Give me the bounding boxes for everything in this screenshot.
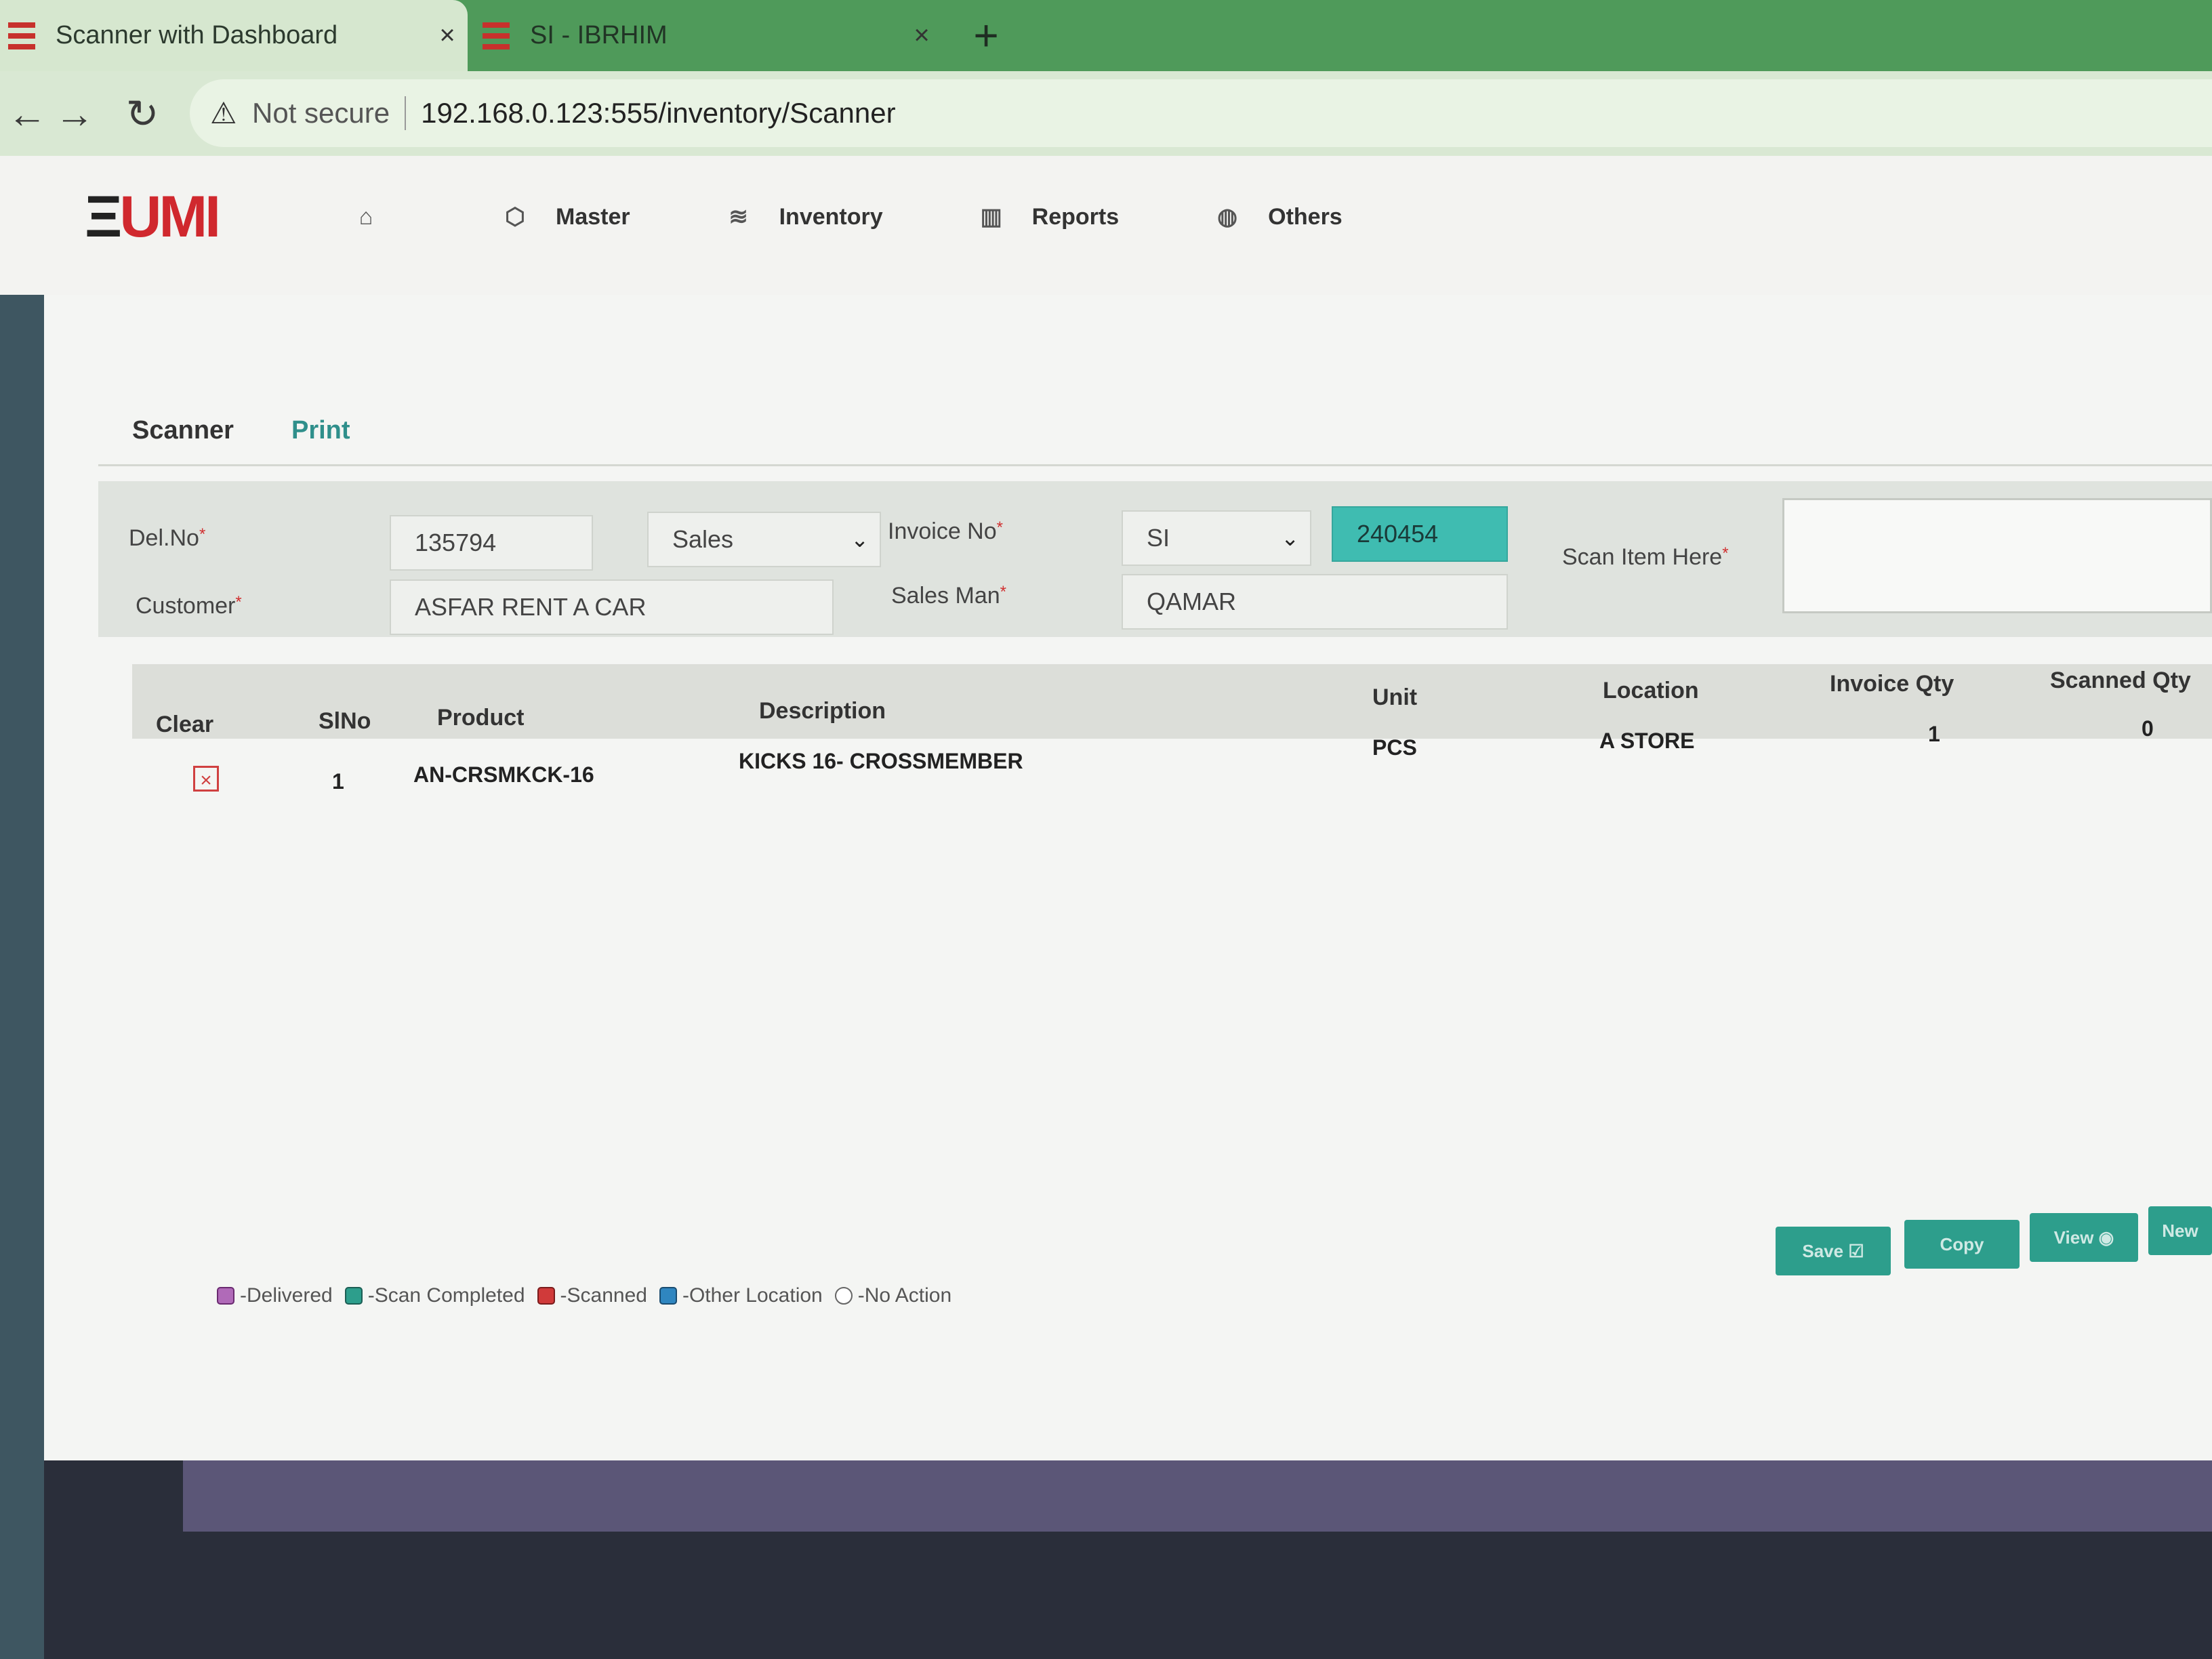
legend-swatch-no-action <box>834 1287 853 1305</box>
close-icon[interactable]: × <box>901 20 942 51</box>
tab-scanner[interactable]: Scanner <box>132 416 234 445</box>
invoice-prefix-value: SI <box>1147 524 1170 552</box>
invoice-no-label: Invoice No* <box>888 518 1003 544</box>
address-bar: ← → ↻ ⚠ Not secure 192.168.0.123:555/inv… <box>0 71 2212 156</box>
legend-swatch-other-location <box>659 1287 677 1305</box>
main-content: Scanner Print Del.No* 135794 Sales ⌄ Inv… <box>44 295 2212 1460</box>
save-button-label: Save <box>1802 1240 1844 1261</box>
sales-man-input[interactable]: QAMAR <box>1122 574 1508 630</box>
nav-item-others[interactable]: ◍ Others <box>1214 203 1343 230</box>
col-slno: SlNo <box>319 708 371 734</box>
chevron-down-icon: ⌄ <box>851 527 869 552</box>
legend-swatch-scanned <box>537 1287 555 1305</box>
copy-button[interactable]: Copy <box>1904 1220 2020 1269</box>
nav-item-inventory[interactable]: ≋ Inventory <box>725 203 883 230</box>
browser-tab-scanner[interactable]: Scanner with Dashboard × <box>0 0 468 71</box>
bar-chart-icon: ▥ <box>980 204 1002 230</box>
forward-icon[interactable]: → <box>47 87 102 142</box>
legend-label: -Delivered <box>240 1284 333 1307</box>
new-button[interactable]: New <box>2148 1206 2212 1255</box>
not-secure-label: Not secure <box>252 97 390 129</box>
new-tab-button[interactable]: + <box>962 10 1010 61</box>
warning-icon: ⚠ <box>210 96 237 130</box>
col-clear: Clear <box>156 712 214 737</box>
del-no-label: Del.No* <box>129 525 206 551</box>
app-header: Ξ UMI ⌂ ⬡ Master ≋ Inventory ▥ Reports ◍ … <box>0 156 2212 298</box>
cell-scanned-qty: 0 <box>2142 716 2154 741</box>
legend-label: -Other Location <box>682 1284 823 1307</box>
cell-unit: PCS <box>1372 735 1417 760</box>
browser-tab-bar: Scanner with Dashboard × SI - IBRHIM × + <box>0 0 2212 71</box>
type-select[interactable]: Sales ⌄ <box>647 512 881 567</box>
left-strip <box>0 295 44 1659</box>
col-description: Description <box>759 698 886 724</box>
tab-print[interactable]: Print <box>291 416 350 445</box>
url-text[interactable]: 192.168.0.123:555/inventory/Scanner <box>421 97 896 129</box>
nav-label: Reports <box>1031 203 1120 230</box>
clear-row-icon[interactable]: × <box>193 766 219 792</box>
col-unit: Unit <box>1372 684 1418 710</box>
close-icon[interactable]: × <box>427 20 468 51</box>
tab-title: Scanner with Dashboard <box>56 21 338 49</box>
back-icon[interactable]: ← <box>0 87 54 142</box>
del-no-input[interactable]: 135794 <box>390 515 593 571</box>
invoice-prefix-select[interactable]: SI ⌄ <box>1122 510 1311 566</box>
nav-label: Inventory <box>779 203 883 230</box>
cell-invoice-qty: 1 <box>1928 722 1940 746</box>
main-nav: ⌂ ⬡ Master ≋ Inventory ▥ Reports ◍ Other… <box>352 203 1437 230</box>
layers-icon: ≋ <box>729 204 748 230</box>
eye-icon: ◉ <box>2098 1227 2114 1248</box>
nav-item-reports[interactable]: ▥ Reports <box>978 203 1120 230</box>
customer-input[interactable]: ASFAR RENT A CAR <box>390 579 834 635</box>
col-invoice-qty: Invoice Qty <box>1830 671 1954 697</box>
app-logo[interactable]: Ξ UMI <box>85 184 261 249</box>
sales-man-label: Sales Man* <box>891 583 1006 609</box>
tab-title: SI - IBRHIM <box>530 21 668 49</box>
omnibox[interactable]: ⚠ Not secure 192.168.0.123:555/inventory… <box>190 79 2212 147</box>
legend-label: -Scanned <box>560 1284 647 1307</box>
col-scanned-qty: Scanned Qty <box>2050 668 2191 693</box>
eumi-favicon-icon <box>483 22 510 49</box>
col-location: Location <box>1603 678 1699 703</box>
type-select-value: Sales <box>672 525 734 553</box>
globe-icon: ◍ <box>1217 204 1237 230</box>
nav-item-home[interactable]: ⌂ <box>352 203 407 230</box>
scan-item-label: Scan Item Here* <box>1562 544 1729 570</box>
scan-item-input[interactable] <box>1782 498 2212 613</box>
cell-slno: 1 <box>332 769 344 794</box>
page-tabs: Scanner Print <box>98 396 2212 466</box>
chevron-down-icon: ⌄ <box>1281 526 1299 550</box>
invoice-no-input[interactable]: 240454 <box>1332 506 1508 562</box>
cell-description: KICKS 16- CROSSMEMBER <box>739 749 1023 773</box>
cell-product: AN-CRSMKCK-16 <box>413 762 594 787</box>
save-button[interactable]: Save ☑ <box>1776 1227 1891 1275</box>
legend-label: -Scan Completed <box>367 1284 525 1307</box>
status-legend: -Delivered -Scan Completed -Scanned -Oth… <box>217 1284 951 1307</box>
view-button[interactable]: View ◉ <box>2030 1213 2138 1262</box>
divider <box>405 96 407 130</box>
legend-label: -No Action <box>857 1284 952 1307</box>
browser-tab-si[interactable]: SI - IBRHIM × <box>474 0 942 71</box>
view-button-label: View <box>2053 1227 2094 1248</box>
legend-swatch-delivered <box>217 1287 234 1305</box>
check-icon: ☑ <box>1848 1240 1864 1261</box>
reload-icon[interactable]: ↻ <box>115 87 169 142</box>
box-icon: ⬡ <box>505 204 525 230</box>
nav-label: Master <box>556 203 630 230</box>
nav-item-master[interactable]: ⬡ Master <box>501 203 630 230</box>
legend-swatch-scan-completed <box>344 1287 363 1305</box>
eumi-favicon-icon <box>8 22 35 49</box>
cell-location: A STORE <box>1599 729 1695 753</box>
col-product: Product <box>437 705 525 731</box>
home-icon: ⌂ <box>359 204 373 230</box>
customer-label: Customer* <box>136 593 242 619</box>
nav-label: Others <box>1268 203 1343 230</box>
